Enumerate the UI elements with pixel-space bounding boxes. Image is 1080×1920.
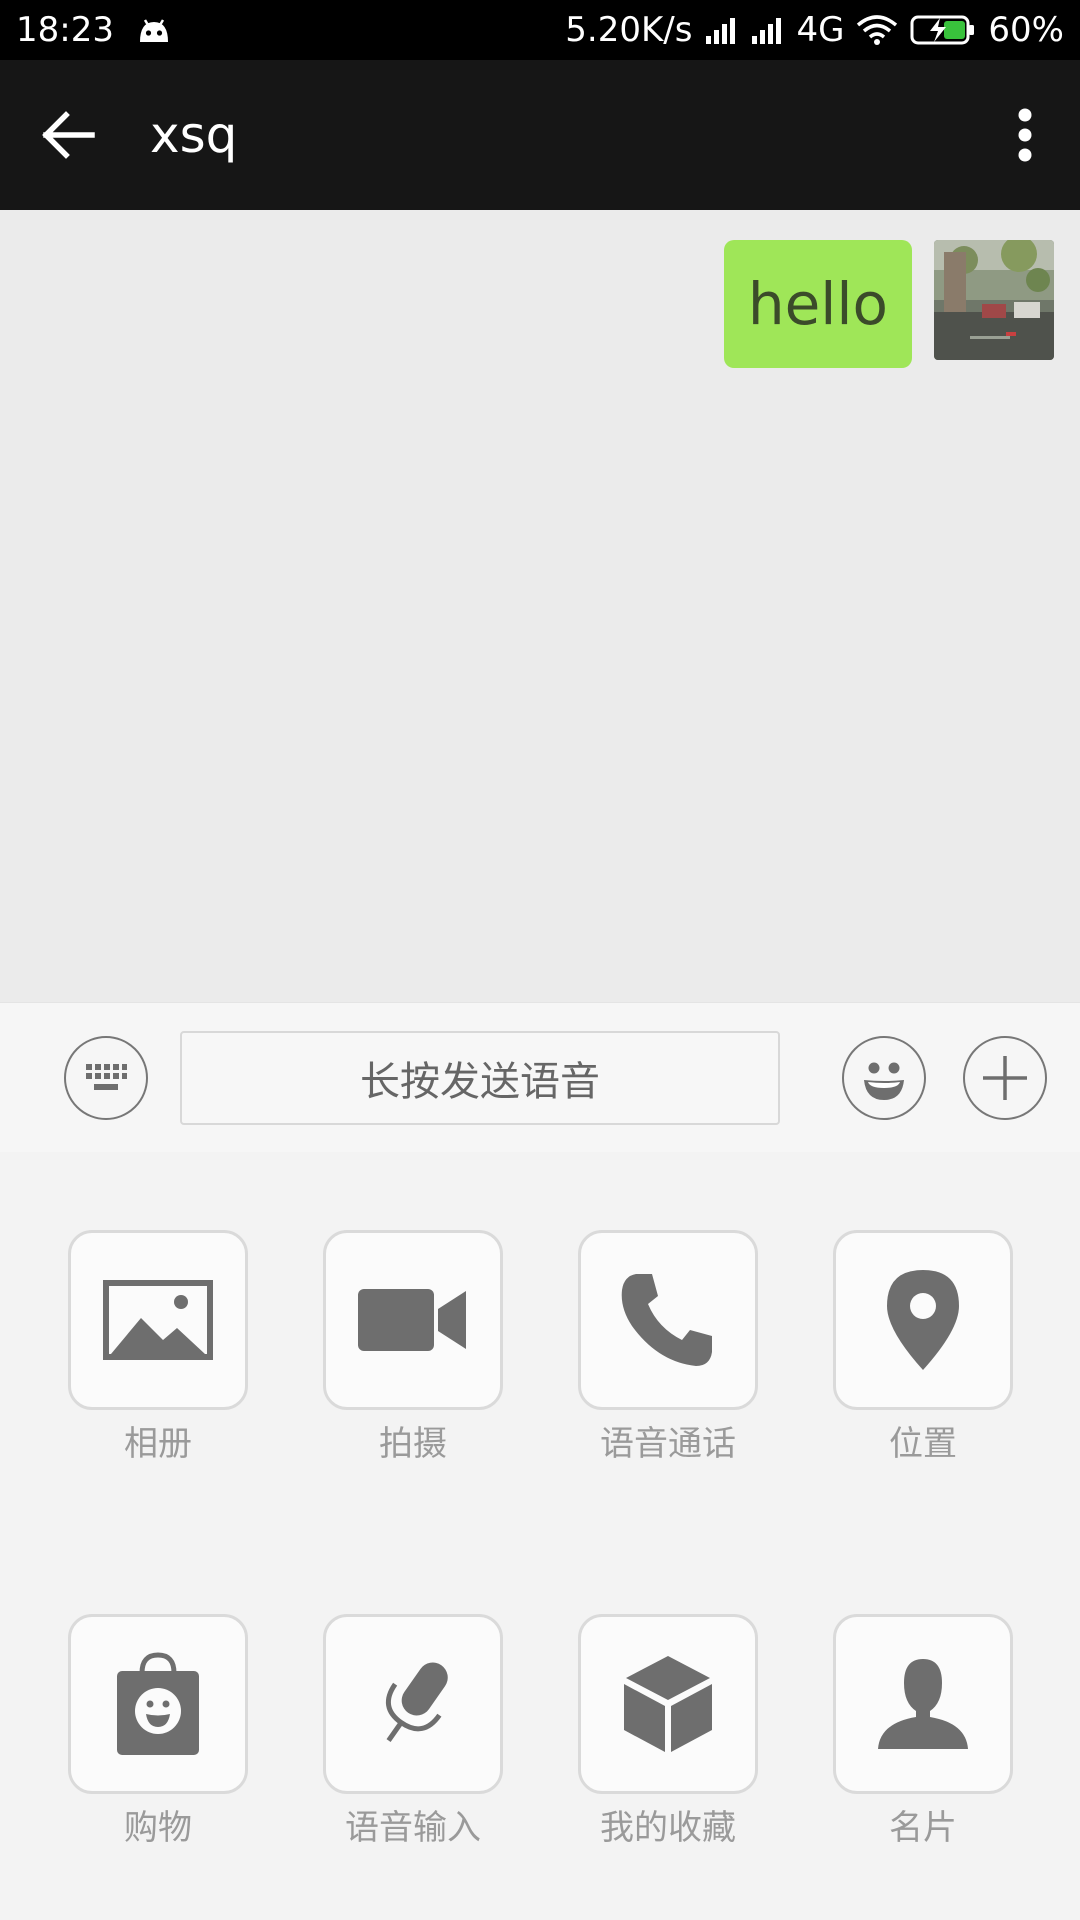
more-vertical-icon [1018,108,1032,162]
keyboard-icon [86,1064,127,1090]
tool-label: 语音输入 [345,1808,481,1848]
tool-label: 购物 [124,1808,192,1848]
tool-contact-card-box[interactable] [833,1614,1013,1794]
tool-label: 拍摄 [379,1424,447,1464]
tools-panel: 相册 拍摄 语音通话 位置 购物 语音输入 我的收藏 名片 [0,1152,1080,1920]
battery-charging-icon [910,14,976,46]
tool-label: 相册 [124,1424,192,1464]
tool-voice-call[interactable]: 语音通话 [578,1230,758,1465]
hold-to-talk-button[interactable]: 长按发送语音 [180,1031,780,1125]
status-time: 18:23 [16,10,114,50]
tool-gallery-box[interactable] [68,1230,248,1410]
network-type: 4G [796,10,845,50]
status-bar: 18:23 5.20K/s 4G 60% [0,0,1080,60]
signal-icon [704,16,738,44]
shopping-bag-icon [117,1652,199,1755]
chat-screen: 18:23 5.20K/s 4G 60% xsq hello 长按发送语音 相册… [0,0,1080,1920]
message-row: hello [723,240,1054,368]
tool-contact-card[interactable]: 名片 [833,1614,1013,1849]
tool-favorites-box[interactable] [578,1614,758,1794]
network-speed: 5.20K/s [565,10,693,50]
tool-gallery[interactable]: 相册 [68,1230,248,1465]
video-camera-icon [358,1289,466,1351]
tool-voice-input-box[interactable] [323,1614,503,1794]
back-button[interactable] [0,60,136,210]
tool-label: 位置 [889,1424,957,1464]
title-bar: xsq [0,60,1080,210]
add-more-button[interactable] [963,1036,1047,1120]
contact-card-icon [878,1659,968,1749]
tool-shopping[interactable]: 购物 [68,1614,248,1849]
tool-favorites[interactable]: 我的收藏 [578,1614,758,1849]
android-icon [136,16,172,44]
tool-voice-input[interactable]: 语音输入 [323,1614,503,1849]
tool-location[interactable]: 位置 [833,1230,1013,1465]
microphone-icon [385,1662,448,1743]
signal-icon [750,16,784,44]
emoji-icon [864,1062,904,1100]
message-bubble[interactable]: hello [723,240,912,368]
tool-label: 语音通话 [600,1424,736,1464]
tool-label: 我的收藏 [600,1808,736,1848]
gallery-icon [103,1280,213,1360]
tool-location-box[interactable] [833,1230,1013,1410]
avatar[interactable] [934,240,1054,360]
tool-label: 名片 [889,1808,957,1848]
input-bar: 长按发送语音 [0,1002,1080,1152]
cube-icon [624,1656,712,1752]
tool-voice-call-box[interactable] [578,1230,758,1410]
tool-camera-box[interactable] [323,1230,503,1410]
battery-level: 60% [988,10,1064,50]
chat-messages-area[interactable]: hello [0,210,1080,1002]
tool-shopping-box[interactable] [68,1614,248,1794]
location-icon [887,1270,959,1370]
emoji-button[interactable] [842,1036,926,1120]
keyboard-toggle-button[interactable] [64,1036,148,1120]
wifi-icon [856,14,898,46]
more-button[interactable] [970,60,1080,210]
tool-camera[interactable]: 拍摄 [323,1230,503,1465]
plus-icon [983,1056,1027,1100]
arrow-left-icon [42,111,95,159]
chat-title: xsq [150,106,238,164]
phone-icon [621,1274,712,1366]
